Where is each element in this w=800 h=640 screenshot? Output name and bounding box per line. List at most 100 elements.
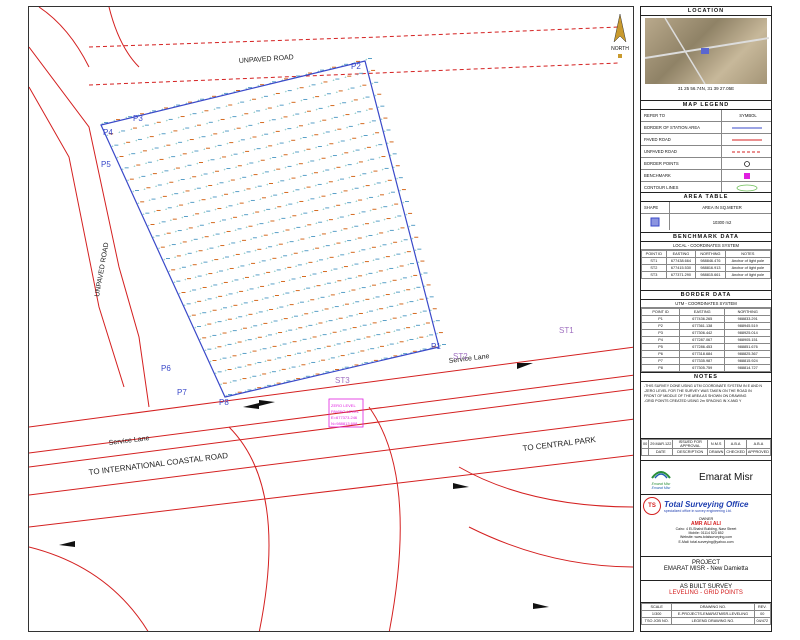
grid-point: + bbox=[423, 321, 426, 326]
grid-point: + bbox=[303, 148, 306, 153]
grid-point-level bbox=[257, 362, 262, 364]
grid-point: + bbox=[251, 173, 254, 178]
grid-point: + bbox=[189, 288, 192, 293]
grid-point-level bbox=[333, 268, 338, 270]
grid-point: + bbox=[308, 361, 311, 366]
grid-point-level bbox=[124, 167, 129, 169]
table-row: ST2 677415.530 988816.913 Anchor of ligh… bbox=[641, 264, 771, 272]
table-cell: 988825.367 bbox=[724, 350, 771, 358]
grid-point-level bbox=[150, 224, 155, 225]
grid-point-level bbox=[312, 273, 317, 275]
table-cell: 677305.759 bbox=[679, 364, 726, 372]
grid-point: + bbox=[203, 210, 206, 215]
title-block-table: SCALE DRAWING NO. REV. 1/300 E-PROJECTS-… bbox=[640, 603, 772, 625]
grid-point-level bbox=[334, 306, 339, 308]
grid-point: + bbox=[348, 87, 351, 92]
grid-point-level bbox=[242, 176, 247, 178]
grid-point-level bbox=[285, 229, 290, 231]
table-cell: ST1 bbox=[641, 257, 667, 265]
grid-point-level bbox=[303, 98, 308, 100]
grid-point-level bbox=[354, 225, 359, 227]
grid-point: + bbox=[272, 294, 275, 299]
grid-point: + bbox=[326, 180, 329, 185]
grid-point-level bbox=[136, 164, 141, 166]
grid-point: + bbox=[202, 235, 205, 240]
grid-point-level bbox=[302, 137, 307, 139]
legend-row: UNPAVED ROAD bbox=[641, 146, 771, 158]
grid-point-level bbox=[229, 142, 234, 144]
grid-point: + bbox=[348, 352, 351, 357]
grid-point-level bbox=[193, 238, 198, 240]
grid-point: + bbox=[292, 188, 295, 193]
grid-point: + bbox=[230, 354, 233, 359]
grid-point-level bbox=[260, 122, 265, 124]
grid-point: + bbox=[324, 282, 327, 287]
grid-point-level bbox=[268, 145, 273, 147]
table-cell: P1 bbox=[641, 315, 681, 323]
grid-point-level bbox=[201, 199, 206, 201]
grid-point: + bbox=[259, 259, 262, 264]
grid-point-level bbox=[279, 142, 284, 144]
grid-point: + bbox=[291, 252, 294, 257]
grid-point-level bbox=[174, 193, 179, 195]
grid-point: + bbox=[191, 238, 194, 243]
bottom-road-edge-5 bbox=[468, 526, 633, 568]
grid-point: + bbox=[220, 357, 223, 362]
grid-point: + bbox=[341, 189, 344, 194]
grid-point: + bbox=[383, 255, 386, 260]
grid-point-level bbox=[283, 154, 288, 156]
station-st3: ST3 bbox=[335, 376, 350, 385]
grid-point-level bbox=[373, 359, 378, 361]
grid-point-level bbox=[274, 295, 279, 296]
grid-point: + bbox=[259, 196, 262, 201]
grid-point-level bbox=[292, 341, 297, 343]
grid-point-level bbox=[144, 124, 149, 126]
grid-point: + bbox=[300, 136, 303, 141]
grid-point: + bbox=[351, 98, 354, 103]
grid-point: + bbox=[279, 368, 282, 373]
grid-point-level bbox=[203, 261, 208, 263]
grid-point-level bbox=[276, 269, 281, 271]
grid-point-level bbox=[171, 269, 176, 271]
grid-point: + bbox=[213, 233, 216, 238]
grid-point: + bbox=[316, 107, 319, 112]
benchmark-table: POINT ID EASTING NORTHING NOTES ST1 6774… bbox=[641, 250, 771, 279]
grid-point-level bbox=[161, 133, 166, 135]
grid-point: + bbox=[331, 116, 334, 121]
table-row: P4 677287.067 988905.151 bbox=[641, 336, 771, 344]
grid-point-level bbox=[348, 315, 353, 317]
grid-point: + bbox=[213, 106, 216, 111]
grid-point-level bbox=[392, 279, 397, 281]
label-left-road: UNPAVED ROAD bbox=[94, 242, 110, 297]
grid-point-level bbox=[220, 118, 225, 120]
grid-point-level bbox=[322, 119, 327, 121]
grid-point: + bbox=[296, 124, 299, 129]
grid-point-level bbox=[322, 271, 327, 273]
grid-point: + bbox=[304, 186, 307, 191]
grid-point-level bbox=[350, 251, 355, 253]
grid-point-level bbox=[378, 270, 383, 272]
grid-point-level bbox=[224, 193, 229, 195]
grid-point-level bbox=[344, 366, 349, 368]
grid-point: + bbox=[285, 329, 288, 334]
grid-point-level bbox=[289, 304, 294, 306]
grid-point: + bbox=[226, 292, 229, 297]
grid-point: + bbox=[281, 191, 284, 196]
station-st2: ST2 bbox=[453, 352, 468, 361]
grid-point: + bbox=[256, 310, 259, 315]
site-plan-svg: + + + + + + + + + + + + + + + + + + + + + + + + + + + + + + + + + + + + + + + +… bbox=[29, 7, 633, 631]
grid-point: + bbox=[338, 354, 341, 359]
location-title: LOCATION bbox=[641, 7, 771, 16]
grid-point-level bbox=[217, 371, 222, 373]
grid-point-level bbox=[222, 382, 227, 384]
grid-point-level bbox=[328, 181, 333, 183]
grid-point: + bbox=[397, 265, 400, 270]
grid-point-level bbox=[343, 190, 348, 192]
grid-point-level bbox=[376, 182, 381, 184]
grid-point: + bbox=[344, 340, 347, 345]
grid-point-level bbox=[270, 220, 275, 222]
grid-point-level bbox=[176, 280, 181, 282]
grid-point: + bbox=[235, 315, 238, 320]
consultant-header: TS Total Surveying Office specialized of… bbox=[643, 497, 769, 515]
grid-point: + bbox=[187, 138, 190, 143]
